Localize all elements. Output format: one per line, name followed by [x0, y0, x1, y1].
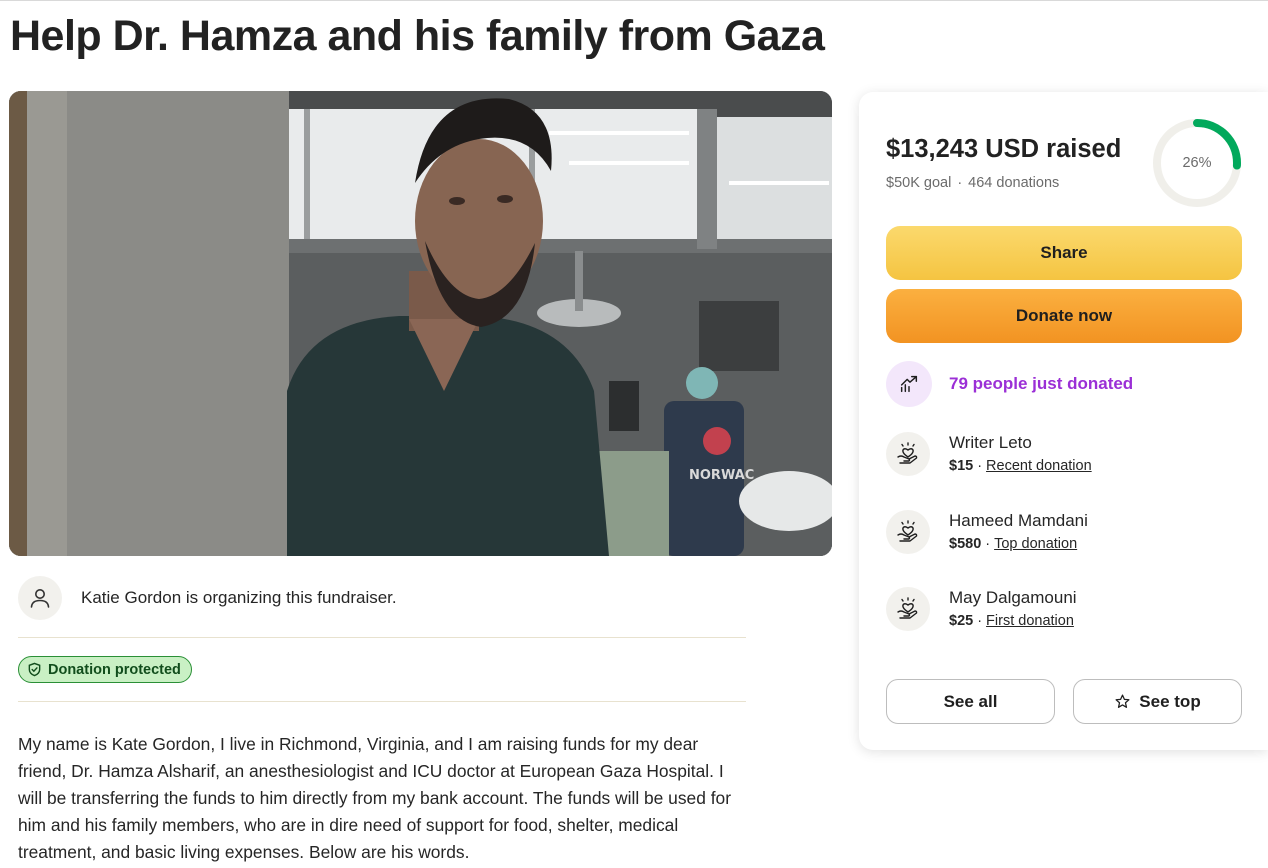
organizer-row: Katie Gordon is organizing this fundrais…: [18, 574, 746, 622]
donation-count: 464 donations: [968, 175, 1060, 191]
progress-label: 26%: [1182, 155, 1212, 171]
see-top-button[interactable]: See top: [1073, 679, 1242, 724]
organizer-text: Katie Gordon is organizing this fundrais…: [81, 588, 397, 607]
recent-activity: 79 people just donated: [886, 361, 1133, 407]
donor-name: May Dalgamouni: [949, 588, 1077, 607]
donor-tag-link[interactable]: Recent donation: [986, 458, 1092, 474]
donor-separator: ·: [977, 458, 983, 474]
donor-name: Hameed Mamdani: [949, 511, 1088, 530]
top-rule: [0, 0, 1268, 1]
see-all-label: See all: [943, 691, 998, 711]
goal-line: $50K goal · 464 donations: [886, 175, 1059, 191]
heart-hand-icon: [886, 587, 930, 631]
trending-up-icon: [886, 361, 932, 407]
donation-protected-badge[interactable]: Donation protected: [18, 656, 192, 683]
donor-tag-link[interactable]: First donation: [986, 613, 1074, 629]
goal-amount: $50K goal: [886, 175, 952, 191]
scrubs-print: NORWAC: [689, 468, 754, 483]
donor-name: Writer Leto: [949, 433, 1032, 452]
divider: [18, 637, 746, 638]
divider: [18, 701, 746, 702]
user-icon: [18, 576, 62, 620]
story-text: My name is Kate Gordon, I live in Richmo…: [18, 734, 732, 862]
heart-hand-icon: [886, 510, 930, 554]
share-button[interactable]: Share: [886, 226, 1242, 280]
donate-now-button[interactable]: Donate now: [886, 289, 1242, 343]
goal-separator: ·: [957, 175, 963, 191]
badge-label: Donation protected: [48, 661, 181, 678]
donor-separator: ·: [977, 613, 983, 629]
donation-card: $13,243 USD raised $50K goal · 464 donatio…: [859, 92, 1268, 750]
donor-row: Hameed Mamdani $580 · Top donation: [886, 508, 1088, 556]
donor-row: Writer Leto $15 · Recent donation: [886, 430, 1092, 478]
hero-image: NORWAC: [9, 91, 832, 556]
donor-amount: $25: [949, 613, 974, 629]
donor-tag-link[interactable]: Top donation: [994, 536, 1077, 552]
shield-check-icon: [28, 662, 41, 677]
page-title: Help Dr. Hamza and his family from Gaza: [10, 12, 825, 60]
star-icon: [1115, 694, 1130, 708]
see-all-button[interactable]: See all: [886, 679, 1055, 724]
donor-amount: $580: [949, 536, 982, 552]
recent-activity-text: 79 people just donated: [949, 374, 1134, 393]
see-top-label: See top: [1139, 691, 1201, 711]
donor-amount: $15: [949, 458, 974, 474]
amount-raised: $13,243 USD raised: [886, 135, 1122, 163]
heart-hand-icon: [886, 432, 930, 476]
donor-row: May Dalgamouni $25 · First donation: [886, 585, 1077, 633]
donor-separator: ·: [985, 536, 991, 552]
